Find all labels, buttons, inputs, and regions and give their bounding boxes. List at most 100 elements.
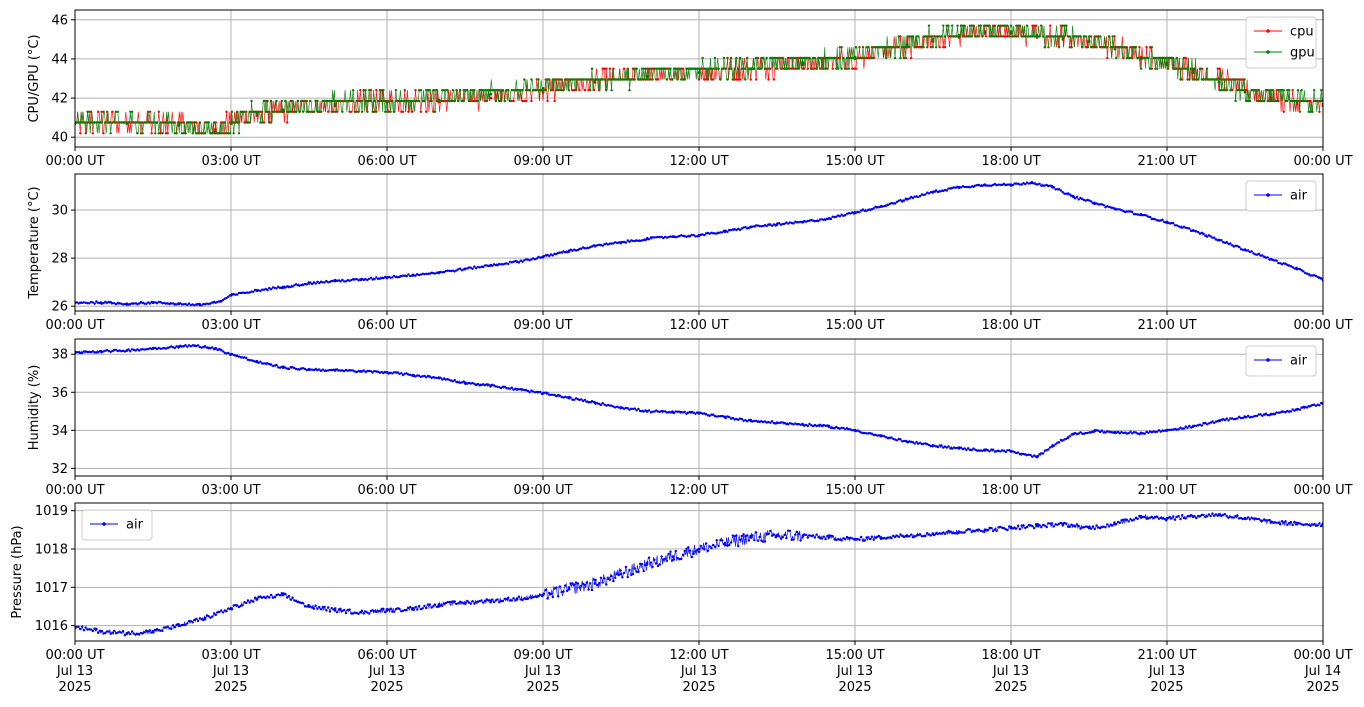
series-marker	[246, 599, 250, 602]
series-marker	[230, 608, 234, 611]
series-marker	[228, 132, 232, 135]
series-marker	[193, 121, 196, 124]
series-marker	[1223, 78, 1227, 81]
series-marker	[1111, 35, 1114, 38]
series-marker	[754, 531, 758, 534]
series-marker	[621, 576, 624, 579]
series-marker	[1195, 516, 1198, 520]
series-marker	[1016, 524, 1020, 527]
series-marker	[1127, 520, 1130, 523]
series-marker	[910, 56, 913, 60]
series-marker	[1300, 89, 1303, 92]
series-marker	[567, 586, 571, 589]
series-marker	[1036, 454, 1039, 458]
series-marker	[838, 215, 841, 218]
series-marker	[904, 46, 907, 49]
series-marker	[291, 99, 294, 103]
series-marker	[1050, 522, 1054, 525]
series-marker	[298, 110, 301, 114]
series-marker	[963, 531, 966, 534]
series-marker	[546, 597, 549, 600]
series-marker	[947, 24, 950, 27]
x-tick-label: 00:00 UT	[45, 483, 104, 498]
series-marker	[1263, 99, 1266, 103]
series-marker	[1250, 250, 1253, 253]
series-marker	[220, 348, 223, 351]
series-marker	[1131, 210, 1134, 214]
series-marker	[1238, 245, 1241, 249]
series-marker	[1090, 527, 1093, 530]
series-marker	[430, 99, 433, 103]
series-marker	[801, 536, 804, 539]
series-marker	[997, 24, 1000, 27]
series-marker	[1296, 89, 1300, 92]
series-marker	[674, 67, 677, 70]
series-marker	[968, 24, 972, 27]
series-marker	[248, 110, 251, 114]
series-marker	[211, 346, 214, 349]
series-marker	[243, 110, 246, 114]
series-marker	[1057, 441, 1061, 444]
series-marker	[1077, 524, 1080, 528]
series-marker	[521, 89, 524, 92]
series-marker	[489, 601, 492, 604]
series-marker	[107, 121, 111, 124]
series-marker	[161, 629, 164, 632]
series-marker	[1311, 110, 1314, 114]
series-marker	[669, 550, 672, 553]
series-marker	[663, 67, 667, 70]
series-marker	[91, 629, 95, 633]
series-marker	[1093, 527, 1097, 531]
series-marker	[212, 121, 216, 124]
series-marker	[428, 603, 431, 606]
series-marker	[537, 78, 540, 81]
series-marker	[687, 546, 690, 549]
series-marker	[614, 576, 617, 579]
series-marker	[770, 420, 774, 423]
x-tick-label: 03:00 UT	[201, 483, 260, 498]
y-tick-label: 1019	[35, 504, 68, 519]
series-marker	[77, 625, 80, 628]
series-marker	[236, 293, 239, 296]
series-marker	[517, 595, 521, 598]
series-marker	[669, 67, 672, 70]
series-marker	[713, 56, 717, 60]
series-marker	[1147, 56, 1150, 60]
series-marker	[378, 99, 382, 103]
y-tick-label: 42	[51, 92, 68, 107]
series-marker	[173, 625, 176, 629]
series-marker	[403, 89, 406, 92]
series-marker	[84, 626, 87, 629]
series-marker	[528, 391, 531, 394]
series-marker	[1072, 194, 1075, 198]
series-marker	[296, 99, 300, 103]
series-marker	[1170, 56, 1173, 60]
series-marker	[975, 35, 979, 38]
series-marker	[1091, 430, 1095, 434]
series-marker	[831, 535, 834, 538]
x-tick-label: 21:00 UT	[1137, 483, 1196, 498]
series-marker	[1188, 227, 1191, 230]
series-marker	[562, 89, 565, 92]
series-marker	[1057, 46, 1061, 49]
legend-marker	[102, 522, 106, 526]
series-marker	[589, 89, 592, 92]
series-marker	[990, 526, 993, 530]
series-marker	[551, 254, 554, 257]
series-marker	[1156, 515, 1159, 518]
series-marker	[794, 533, 797, 536]
series-marker	[252, 290, 255, 293]
series-marker	[696, 548, 699, 552]
series-marker	[717, 67, 720, 70]
series-marker	[1186, 426, 1189, 430]
series-marker	[127, 631, 130, 634]
series-marker	[458, 89, 462, 92]
series-marker	[672, 558, 676, 561]
series-marker	[742, 67, 745, 70]
series-marker	[924, 193, 927, 196]
series-marker	[458, 267, 462, 270]
series-marker	[988, 450, 991, 453]
series-marker	[580, 584, 583, 588]
series-marker	[1181, 514, 1184, 517]
series-marker	[1104, 526, 1107, 529]
